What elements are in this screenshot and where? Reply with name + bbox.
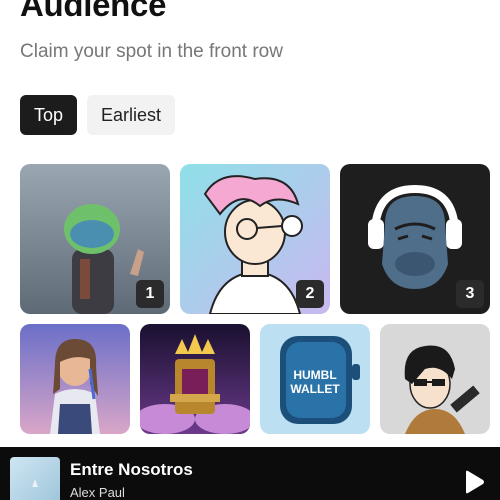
tab-top[interactable]: Top [20, 95, 78, 135]
now-playing-bar[interactable]: Entre Nosotros Alex Paul [0, 447, 500, 500]
member-card-7[interactable] [380, 324, 490, 434]
member-card-5[interactable] [140, 324, 250, 434]
3d-girl-avatar [20, 324, 130, 434]
member-card-4[interactable] [20, 324, 130, 434]
member-card-3[interactable]: 3 [340, 164, 490, 314]
rank-badge: 3 [456, 280, 484, 308]
humbl-wallet-text: HUMBL WALLET [290, 368, 340, 396]
tab-earliest[interactable]: Earliest [87, 95, 176, 135]
sort-tabs: Top Earliest [20, 95, 176, 135]
page-subtitle: Claim your spot in the front row [20, 41, 283, 62]
member-card-2[interactable]: 2 [180, 164, 330, 314]
track-title: Entre Nosotros [70, 460, 193, 479]
golden-throne-avatar [140, 324, 250, 434]
sunglasses-cartoon-avatar [380, 324, 490, 434]
page-title: Audience [20, 0, 167, 23]
member-card-6[interactable]: HUMBL WALLET [260, 324, 370, 434]
member-card-1[interactable]: 1 [20, 164, 170, 314]
album-art-icon [10, 457, 60, 500]
track-artist: Alex Paul [70, 485, 125, 500]
track-artwork [10, 457, 60, 500]
rank-badge: 1 [136, 280, 164, 308]
rank-badge: 2 [296, 280, 324, 308]
play-icon[interactable] [463, 470, 485, 494]
